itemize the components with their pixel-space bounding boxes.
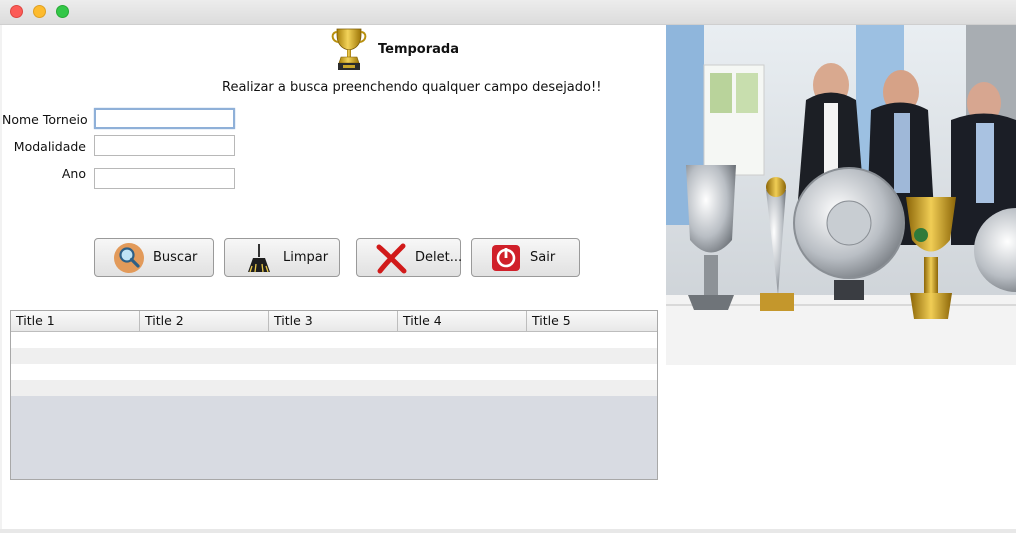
column-header[interactable]: Title 4 bbox=[398, 311, 527, 331]
nome-torneio-label: Nome Torneio bbox=[2, 112, 88, 127]
column-header[interactable]: Title 3 bbox=[269, 311, 398, 331]
sair-button[interactable]: Sair bbox=[471, 238, 580, 277]
column-header[interactable]: Title 5 bbox=[527, 311, 657, 331]
table-row[interactable] bbox=[11, 364, 657, 380]
instructions-text: Realizar a busca preenchendo qualquer ca… bbox=[222, 80, 602, 95]
column-header[interactable]: Title 2 bbox=[140, 311, 269, 331]
column-header[interactable]: Title 1 bbox=[11, 311, 140, 331]
limpar-label: Limpar bbox=[283, 250, 329, 265]
results-table[interactable]: Title 1 Title 2 Title 3 Title 4 Title 5 bbox=[10, 310, 658, 480]
modalidade-label: Modalidade bbox=[13, 139, 86, 154]
table-header: Title 1 Title 2 Title 3 Title 4 Title 5 bbox=[11, 311, 657, 332]
broom-icon bbox=[248, 243, 270, 272]
maximize-window-button[interactable] bbox=[56, 5, 69, 18]
sair-label: Sair bbox=[530, 250, 556, 265]
ano-input[interactable] bbox=[94, 168, 235, 189]
buscar-button[interactable]: Buscar bbox=[94, 238, 214, 277]
window-bottom-edge bbox=[0, 529, 1016, 533]
table-row[interactable] bbox=[11, 348, 657, 364]
table-row[interactable] bbox=[11, 332, 657, 348]
ano-label: Ano bbox=[61, 166, 86, 181]
minimize-window-button[interactable] bbox=[33, 5, 46, 18]
trophy-icon bbox=[331, 28, 367, 70]
power-icon bbox=[492, 244, 520, 271]
nome-torneio-input[interactable] bbox=[94, 108, 235, 129]
buscar-label: Buscar bbox=[153, 250, 198, 265]
deletar-label: Delet... bbox=[415, 250, 463, 265]
page-title: Temporada bbox=[378, 42, 460, 57]
deletar-button[interactable]: Delet... bbox=[356, 238, 463, 277]
close-window-button[interactable] bbox=[10, 5, 23, 18]
trophies-photo bbox=[666, 25, 1016, 365]
title-bar bbox=[0, 0, 1016, 25]
limpar-button[interactable]: Limpar bbox=[224, 238, 340, 277]
red-x-icon bbox=[376, 243, 407, 273]
modalidade-input[interactable] bbox=[94, 135, 235, 156]
magnifier-icon bbox=[114, 242, 144, 273]
table-row[interactable] bbox=[11, 380, 657, 396]
window-content: Temporada Realizar a busca preenchendo q… bbox=[0, 25, 1016, 533]
window-edge bbox=[0, 25, 2, 533]
